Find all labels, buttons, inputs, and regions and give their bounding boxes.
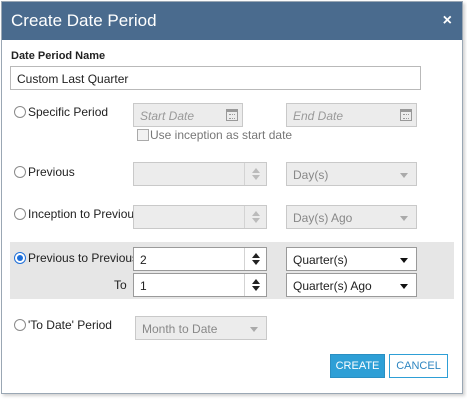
use-inception-checkbox[interactable] (137, 129, 149, 141)
previous-to-previous-radio[interactable] (14, 252, 26, 264)
to-date-period-label: 'To Date' Period (28, 318, 112, 332)
create-date-period-dialog: Create Date Period × Date Period Name Cu… (1, 1, 463, 394)
inception-to-previous-label: Inception to Previous (28, 207, 141, 221)
to-unit-select[interactable]: Quarter(s) Ago (286, 273, 417, 297)
cancel-button[interactable]: CANCEL (389, 354, 448, 378)
inception-amount-stepper[interactable] (133, 205, 267, 229)
spinner-icon[interactable] (244, 248, 266, 270)
previous-radio[interactable] (14, 166, 26, 178)
previous-to-previous-unit-select[interactable]: Quarter(s) (286, 247, 417, 271)
inception-unit-value: Day(s) Ago (293, 211, 353, 225)
previous-unit-value: Day(s) (293, 168, 329, 182)
previous-to-previous-unit-value: Quarter(s) (293, 253, 348, 267)
to-date-period-select[interactable]: Month to Date (135, 316, 267, 340)
previous-to-previous-amount-value: 2 (140, 253, 147, 267)
previous-to-previous-amount-stepper[interactable]: 2 (133, 247, 267, 271)
chevron-down-icon (400, 284, 408, 289)
inception-unit-select[interactable]: Day(s) Ago (286, 205, 417, 229)
chevron-down-icon (400, 258, 408, 263)
inception-to-previous-radio[interactable] (14, 208, 26, 220)
spinner-icon[interactable] (244, 163, 266, 185)
to-amount-value: 1 (140, 279, 147, 293)
spinner-icon[interactable] (244, 206, 266, 228)
previous-to-previous-label: Previous to Previous (28, 251, 139, 265)
date-period-name-value: Custom Last Quarter (17, 72, 129, 86)
end-date-field[interactable]: End Date (286, 103, 417, 127)
previous-label: Previous (28, 165, 75, 179)
to-date-period-value: Month to Date (142, 322, 218, 336)
create-button[interactable]: CREATE (330, 354, 385, 378)
to-label: To (114, 278, 127, 292)
date-period-name-input[interactable]: Custom Last Quarter (10, 66, 421, 90)
to-date-period-radio[interactable] (14, 319, 26, 331)
use-inception-label: Use inception as start date (150, 128, 293, 142)
spinner-icon[interactable] (244, 274, 266, 296)
specific-period-radio[interactable] (14, 106, 26, 118)
dialog-titlebar: Create Date Period × (2, 2, 462, 40)
start-date-field[interactable]: Start Date (133, 103, 243, 127)
chevron-down-icon (250, 327, 258, 332)
close-icon[interactable]: × (443, 12, 452, 30)
specific-period-label: Specific Period (28, 105, 109, 119)
previous-amount-stepper[interactable] (133, 162, 267, 186)
end-date-placeholder: End Date (293, 109, 344, 123)
date-period-name-label: Date Period Name (11, 50, 106, 62)
calendar-icon[interactable] (400, 109, 412, 121)
dialog-title: Create Date Period (11, 11, 157, 30)
previous-unit-select[interactable]: Day(s) (286, 162, 417, 186)
chevron-down-icon (400, 216, 408, 221)
start-date-placeholder: Start Date (140, 109, 195, 123)
to-unit-value: Quarter(s) Ago (293, 279, 372, 293)
to-amount-stepper[interactable]: 1 (133, 273, 267, 297)
chevron-down-icon (400, 173, 408, 178)
calendar-icon[interactable] (226, 109, 238, 121)
